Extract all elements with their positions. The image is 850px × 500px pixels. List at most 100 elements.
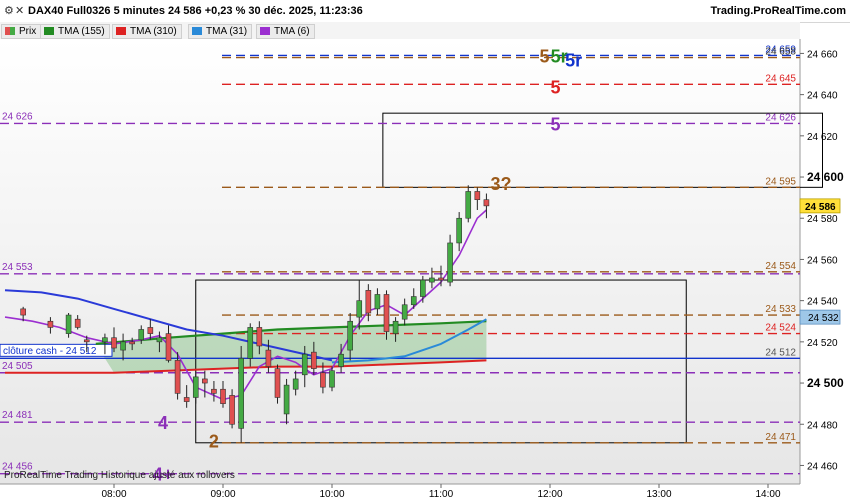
- candle-body-46: [474, 191, 481, 200]
- candle-body-4: [83, 339, 90, 343]
- brand-label: Trading.ProRealTime.com: [710, 5, 846, 17]
- options-icon[interactable]: ⚙: [4, 4, 14, 18]
- level-label-24533: 24 533: [765, 304, 796, 315]
- candle-body-22: [256, 327, 263, 347]
- tma31-swatch: [192, 27, 202, 35]
- candle-body-18: [220, 388, 226, 404]
- time-axis-background: [0, 484, 850, 500]
- candle-body-26: [292, 378, 299, 390]
- y-tick-label: 24 660: [807, 49, 838, 60]
- candle-body-44: [456, 217, 462, 244]
- candle-body-45: [465, 191, 472, 219]
- candle-body-10: [147, 327, 154, 334]
- candle-body-25: [283, 384, 290, 415]
- cloture-cash-label: clôture cash - 24 512: [3, 346, 97, 357]
- candle-body-23: [265, 349, 272, 367]
- candle-body-29: [320, 372, 326, 388]
- x-tick-label: 11:00: [429, 489, 454, 500]
- y-tick-label: 24 600: [807, 170, 844, 184]
- candle-body-36: [383, 294, 390, 332]
- candle-body-2: [65, 314, 72, 334]
- wave-label-3: 5: [550, 77, 560, 97]
- candle-body-27: [301, 353, 308, 376]
- candle-body-19: [229, 395, 235, 425]
- candle-body-24: [274, 368, 281, 398]
- legend-item-tma310[interactable]: TMA (310): [112, 24, 182, 39]
- price-chart[interactable]: 24 65924 65824 64524 62624 62624 59524 5…: [0, 39, 850, 500]
- x-tick-label: 08:00: [101, 489, 126, 500]
- y-tick-label: 24 560: [807, 255, 838, 266]
- candle-body-31: [338, 353, 344, 367]
- candle-body-11: [156, 337, 163, 343]
- candle-body-6: [111, 337, 117, 349]
- level-label-24645: 24 645: [765, 73, 796, 84]
- legend-item-prix[interactable]: Prix: [1, 24, 42, 39]
- y-tick-label: 24 500: [807, 376, 844, 390]
- legend-item-tma31[interactable]: TMA (31): [188, 24, 253, 39]
- candle-body-8: [129, 341, 135, 345]
- plot-background: [0, 39, 800, 484]
- candle-body-7: [120, 341, 126, 351]
- candle-body-5: [102, 337, 108, 343]
- footer-note: ProRealTime Trading Historique ajusté au…: [4, 470, 235, 481]
- x-tick-label: 09:00: [210, 489, 235, 500]
- tma310-swatch: [116, 27, 126, 35]
- y-tick-label: 24 480: [807, 420, 838, 431]
- y-tick-label: 24 520: [807, 338, 838, 349]
- level-left-label-24626: 24 626: [2, 111, 33, 122]
- candle-body-15: [192, 376, 199, 398]
- title-bar: ⚙ ✕ DAX40 Full0326 5 minutes 24 586 +0,2…: [0, 0, 850, 23]
- y-tick-label: 24 620: [807, 132, 838, 143]
- level-label-24626: 24 626: [765, 112, 796, 123]
- level-label-24595: 24 595: [765, 176, 796, 187]
- wave-label-0: 5: [540, 46, 550, 66]
- level-left-label-24505: 24 505: [2, 361, 33, 372]
- wave-label-6: 4: [158, 413, 168, 433]
- chart-title: DAX40 Full0326 5 minutes 24 586 +0,23 % …: [28, 5, 363, 17]
- level-label-24471: 24 471: [765, 432, 796, 443]
- legend-label: Prix: [19, 26, 37, 37]
- wave-label-7: 2: [209, 432, 219, 452]
- legend-item-tma155[interactable]: TMA (155): [40, 24, 110, 39]
- prix-swatch: [5, 27, 15, 35]
- candle-body-39: [410, 296, 417, 306]
- candle-body-32: [347, 320, 353, 351]
- wave-label-2: 5r: [565, 51, 582, 71]
- close-icon[interactable]: ✕: [15, 4, 24, 18]
- candle-body-16: [202, 378, 208, 384]
- y-tick-label: 24 580: [807, 214, 838, 225]
- level-label-24554: 24 554: [765, 261, 796, 272]
- candle-body-17: [211, 388, 217, 394]
- candle-body-9: [138, 329, 145, 341]
- legend-item-tma6[interactable]: TMA (6): [256, 24, 315, 39]
- legend-label: TMA (6): [274, 26, 310, 37]
- y-tick-label: 24 460: [807, 461, 838, 472]
- level-label-24658: 24 658: [765, 47, 796, 58]
- last-price-tag-label: 24 586: [805, 202, 836, 213]
- tma6-swatch: [260, 27, 270, 35]
- candle-body-33: [356, 300, 363, 318]
- candle-body-12: [165, 333, 172, 361]
- candle-body-20: [238, 358, 244, 429]
- candle-body-28: [311, 351, 317, 369]
- candle-body-38: [401, 304, 408, 320]
- candle-body-35: [374, 294, 381, 310]
- candle-body-14: [183, 397, 190, 402]
- tma155-swatch: [44, 27, 54, 35]
- candle-body-40: [420, 279, 426, 297]
- candle-body-34: [365, 290, 372, 314]
- legend-bar: Prix TMA (155) TMA (310) TMA (31) TMA (6…: [0, 22, 800, 40]
- candle-body-21: [247, 327, 254, 359]
- candle-body-3: [74, 318, 81, 328]
- x-tick-label: 14:00: [755, 489, 780, 500]
- candle-body-37: [392, 320, 399, 334]
- candle-body-1: [47, 320, 54, 328]
- candle-body-43: [447, 242, 453, 283]
- legend-label: TMA (155): [58, 26, 105, 37]
- y-tick-label: 24 640: [807, 91, 838, 102]
- y-tick-label: 24 540: [807, 297, 838, 308]
- candle-body-41: [429, 277, 435, 283]
- x-tick-label: 13:00: [646, 489, 671, 500]
- level-left-label-24553: 24 553: [2, 262, 33, 273]
- legend-label: TMA (310): [130, 26, 177, 37]
